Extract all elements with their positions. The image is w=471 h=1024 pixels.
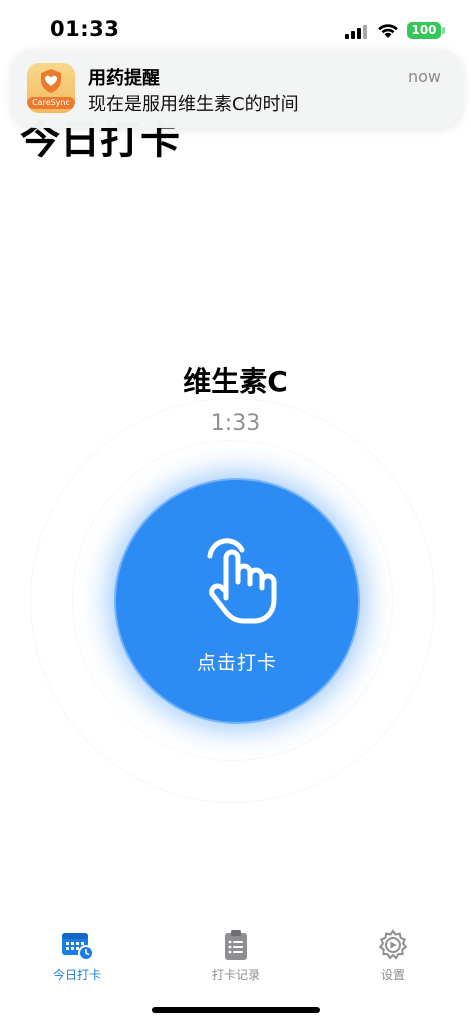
- tab-label: 今日打卡: [52, 968, 101, 982]
- caresync-app-icon: CareSync: [27, 63, 75, 113]
- battery-indicator: 100: [407, 22, 441, 39]
- cellular-signal-icon: [345, 25, 367, 39]
- checkin-label: 点击打卡: [196, 652, 277, 674]
- tab-label: 设置: [380, 968, 405, 982]
- tab-checkin-records[interactable]: 打卡记录: [181, 918, 291, 988]
- notification-title: 用药提醒: [88, 68, 160, 89]
- tab-label: 打卡记录: [211, 968, 260, 982]
- battery-tip: [442, 27, 445, 34]
- tab-today-checkin[interactable]: 今日打卡: [22, 918, 132, 988]
- gear-icon: [378, 929, 408, 960]
- checkin-button[interactable]: 点击打卡: [116, 480, 358, 722]
- tab-bar: 今日打卡 打卡记录 设置: [0, 918, 471, 988]
- tab-settings[interactable]: 设置: [338, 918, 448, 988]
- shield-heart-icon: [41, 69, 61, 93]
- calendar-clock-icon: [62, 933, 93, 961]
- notification-body: 现在是服用维生素C的时间: [88, 94, 299, 115]
- app-icon-wordmark: CareSync: [27, 97, 75, 109]
- notification-time: now: [407, 67, 441, 86]
- home-indicator[interactable]: [152, 1007, 320, 1013]
- status-time: 01:33: [50, 17, 120, 41]
- tap-hand-icon: [207, 538, 277, 624]
- medication-name: 维生素C: [183, 365, 288, 398]
- notification-banner[interactable]: CareSync 用药提醒 现在是服用维生素C的时间 now: [11, 49, 463, 128]
- wifi-icon: [378, 24, 398, 38]
- clipboard-list-icon: [225, 930, 247, 960]
- status-bar: 01:33 100: [0, 0, 471, 56]
